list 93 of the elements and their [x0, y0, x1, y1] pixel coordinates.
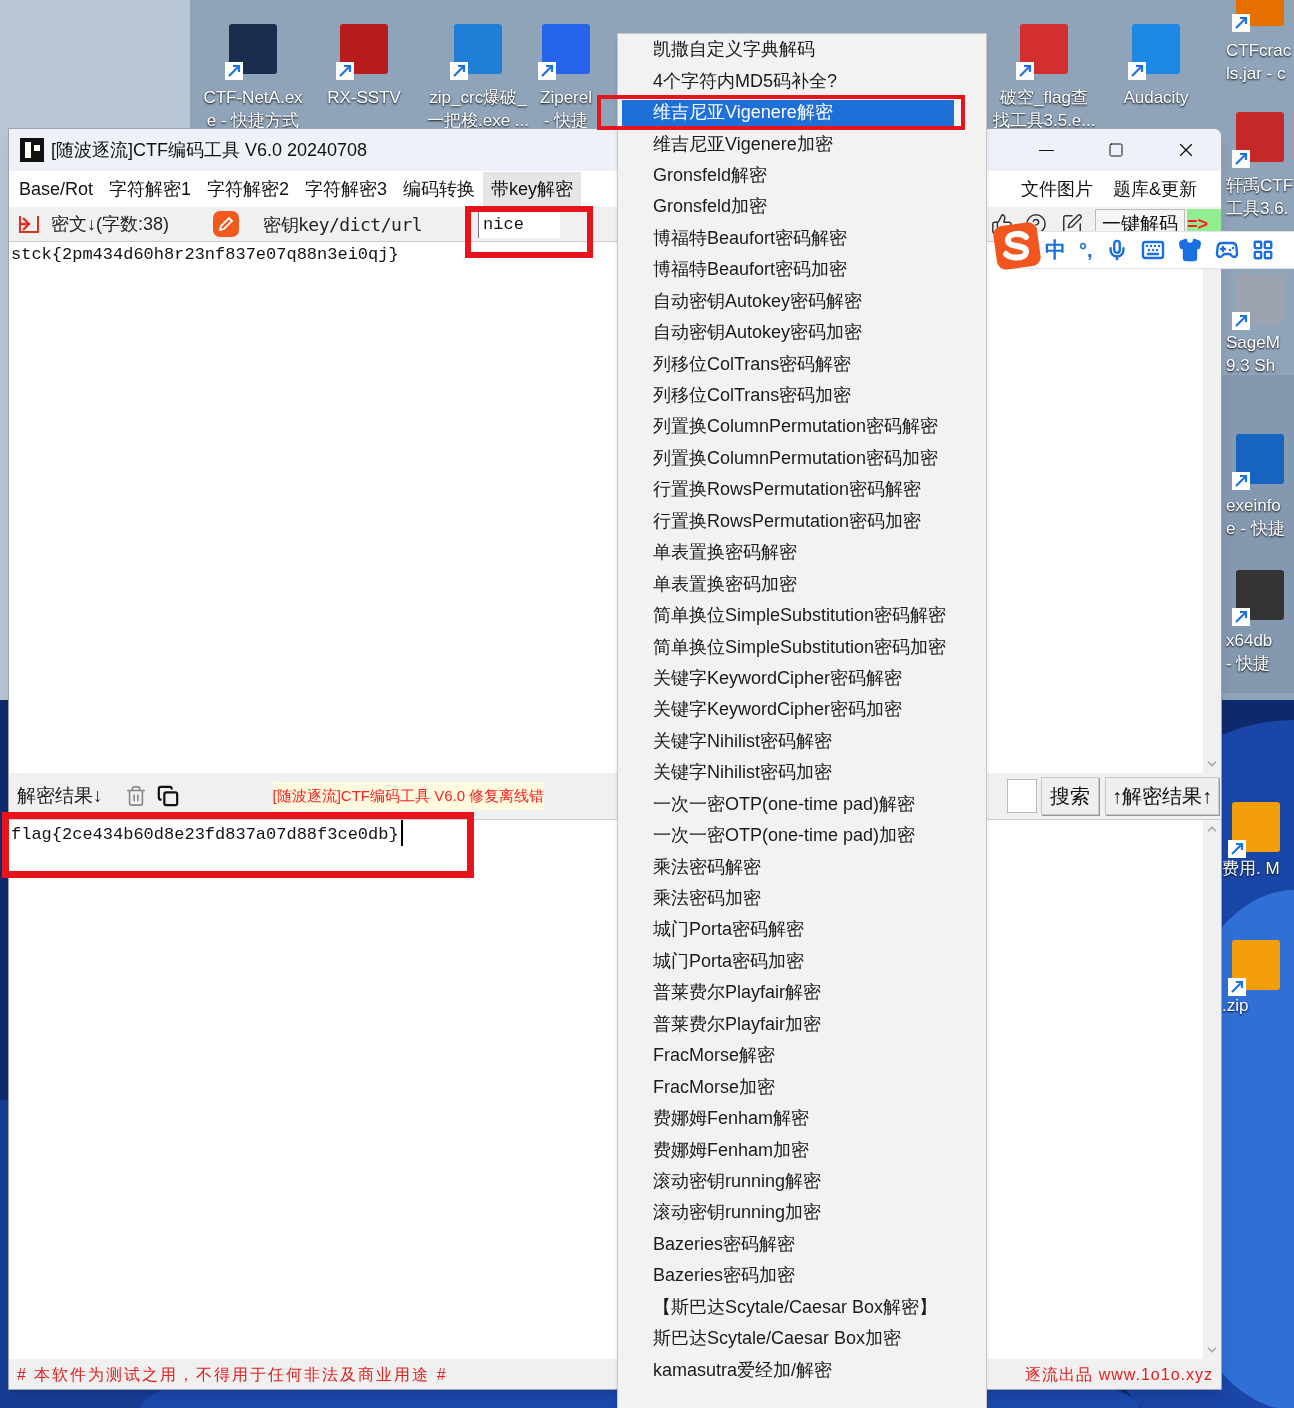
result-button[interactable]: ↑解密结果↑: [1105, 777, 1219, 815]
menu-option[interactable]: 一次一密OTP(one-time pad)加密: [622, 822, 954, 849]
menu-option[interactable]: 维吉尼亚Vigenere加密: [622, 131, 954, 158]
menu-option[interactable]: 单表置换密码解密: [622, 539, 954, 566]
shortcut-label: - 快捷: [543, 110, 589, 132]
menu-item[interactable]: 题库&更新: [1103, 172, 1207, 206]
menu-item[interactable]: Base/Rot: [11, 172, 102, 206]
menu-option[interactable]: 城门Porta密码加密: [622, 948, 954, 975]
shortcut-label: x64db: [1226, 630, 1273, 652]
menu-item[interactable]: 文件图片: [1011, 172, 1103, 206]
menu-option[interactable]: 城门Porta密码解密: [622, 916, 954, 943]
shortcut-label: 费用. M: [1222, 858, 1280, 880]
menu-option[interactable]: 行置换RowsPermutation密码加密: [622, 508, 954, 535]
import-icon[interactable]: [17, 213, 41, 235]
keyboard-icon[interactable]: [1140, 238, 1165, 262]
marquee-text: [随波逐流]CTF编码工具 V6.0 修复离线错: [272, 782, 545, 810]
shortcut-label: e - 快捷: [1226, 518, 1285, 540]
menu-option[interactable]: 一次一密OTP(one-time pad)解密: [622, 791, 954, 818]
trash-icon[interactable]: [124, 785, 147, 807]
menu-option[interactable]: Bazeries密码解密: [622, 1231, 954, 1258]
search-button[interactable]: 搜索: [1041, 777, 1099, 815]
menu-item[interactable]: 字符解密3: [297, 172, 396, 206]
menu-item[interactable]: 字符解密2: [199, 172, 298, 206]
menu-item[interactable]: 带key解密: [483, 172, 582, 206]
menu-option[interactable]: 凯撒自定义字典解码: [622, 36, 954, 63]
shortcut-label: Ziperel: [540, 87, 592, 109]
shortcut-label: CTFcrac: [1226, 40, 1292, 62]
menu-option[interactable]: 列移位ColTrans密码加密: [622, 382, 954, 409]
menu-option[interactable]: 列置换ColumnPermutation密码解密: [622, 413, 954, 440]
shortcut-label: zip_crc爆破_: [429, 87, 527, 109]
cipher-label: 密文↓(字数:38): [51, 212, 169, 236]
menu-option[interactable]: 滚动密钥running加密: [622, 1199, 954, 1226]
menu-option[interactable]: 单表置换密码加密: [622, 571, 954, 598]
grid-icon[interactable]: [1251, 239, 1274, 261]
shortcut-label: 破空_flag查: [1000, 87, 1088, 109]
notice-text: # 本软件为测试之用，不得用于任何非法及商业用途 #: [17, 1365, 448, 1385]
menu-option[interactable]: 简单换位SimpleSubstitution密码解密: [622, 602, 954, 629]
shortcut-label: - 快捷: [1226, 653, 1271, 675]
menu-option[interactable]: 4个字符内MD5码补全?: [622, 68, 954, 95]
menu-option[interactable]: FracMorse加密: [622, 1074, 954, 1101]
menu-option[interactable]: kamasutra爱经加/解密: [622, 1357, 954, 1384]
menu-option[interactable]: 乘法密码解密: [622, 854, 954, 881]
shortcut-label: RX-SSTV: [327, 87, 401, 109]
menu-option[interactable]: 行置换RowsPermutation密码解密: [622, 476, 954, 503]
result-label: 解密结果↓: [17, 783, 103, 808]
shortcut-label: 找工具3.5.e...: [992, 110, 1096, 132]
menu-option[interactable]: Gronsfeld解密: [622, 162, 954, 189]
menu-option[interactable]: 列移位ColTrans密码解密: [622, 351, 954, 378]
menu-option[interactable]: 关键字Nihilist密码解密: [622, 728, 954, 755]
copy-icon[interactable]: [156, 785, 179, 807]
window-title: [随波逐流]CTF编码工具 V6.0 20240708: [51, 138, 368, 162]
menu-option[interactable]: 简单换位SimpleSubstitution密码加密: [622, 634, 954, 661]
shortcut-label: .zip: [1222, 995, 1249, 1017]
minimize-icon: [1038, 149, 1054, 151]
shortcut-label: SageM: [1226, 332, 1280, 354]
shortcut-label: 9.3 Sh: [1226, 355, 1276, 377]
menu-option[interactable]: 乘法密码加密: [622, 885, 954, 912]
key-label: 密钥key/dict/url: [263, 212, 423, 237]
menu-option[interactable]: 关键字KeywordCipher密码解密: [622, 665, 954, 692]
menu-option[interactable]: 费娜姆Fenham解密: [622, 1105, 954, 1132]
key-field[interactable]: nice: [478, 210, 561, 238]
menu-option[interactable]: 滚动密钥running解密: [622, 1168, 954, 1195]
shortcut-label: 工具3.6.: [1226, 198, 1289, 220]
shortcut-label: e - 快捷方式: [206, 110, 300, 132]
pencil-icon[interactable]: [213, 211, 239, 237]
menu-option[interactable]: 关键字KeywordCipher密码加密: [622, 696, 954, 723]
menu-option[interactable]: Bazeries密码加密: [622, 1262, 954, 1289]
menu-option[interactable]: 自动密钥Autokey密码解密: [622, 288, 954, 315]
credit-text: 逐流出品 www.1o1o.xyz: [1025, 1365, 1213, 1385]
input-text: stck{2pm434d60h8r23nf837e07q88n3ei0qj}: [10, 244, 400, 266]
search-field[interactable]: [1007, 779, 1037, 813]
shortcut-label: Audacity: [1123, 87, 1189, 109]
menu-option[interactable]: 斯巴达Scytale/Caesar Box加密: [622, 1325, 954, 1352]
menu-option[interactable]: 费娜姆Fenham加密: [622, 1137, 954, 1164]
menu-option[interactable]: 列置换ColumnPermutation密码加密: [622, 445, 954, 472]
app-logo-icon: [19, 137, 45, 163]
menu-option[interactable]: 普莱费尔Playfair加密: [622, 1011, 954, 1038]
menu-option[interactable]: 自动密钥Autokey密码加密: [622, 319, 954, 346]
menu-option[interactable]: 【斯巴达Scytale/Caesar Box解密】: [622, 1294, 954, 1321]
menu-option[interactable]: FracMorse解密: [622, 1042, 954, 1069]
shirt-icon[interactable]: [1177, 238, 1202, 262]
menu-item[interactable]: 编码转换: [395, 172, 484, 206]
menu-option[interactable]: 维吉尼亚Vigenere解密: [622, 99, 954, 126]
menu-option[interactable]: Gronsfeld加密: [622, 193, 954, 220]
shortcut-label: ls.jar - c: [1226, 63, 1286, 85]
menu-item[interactable]: 字符解密1: [101, 172, 200, 206]
shortcut-label: CTF-NetA.ex: [203, 87, 303, 109]
shortcut-label: exeinfo: [1226, 495, 1281, 517]
menu-option[interactable]: 普莱费尔Playfair解密: [622, 979, 954, 1006]
menu-option[interactable]: 博福特Beaufort密码加密: [622, 256, 954, 283]
shortcut-label: 轩禹CTF: [1226, 175, 1294, 197]
maximize-icon: [1108, 142, 1124, 158]
shortcut-label: 一把梭.exe ...: [427, 110, 529, 132]
